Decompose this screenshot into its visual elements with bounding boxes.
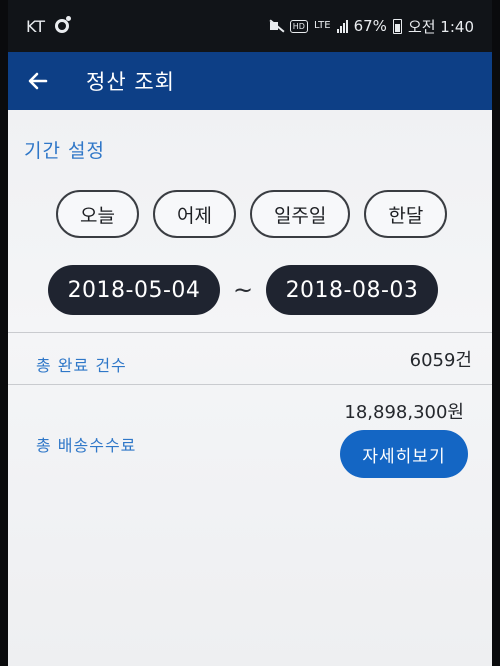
settlement-content: 기간 설정 오늘 어제 일주일 한달 2018-05-04 ~ 2018-08-… <box>8 110 492 666</box>
page-title: 정산 조회 <box>86 70 175 94</box>
clock: 오전 1:40 <box>407 17 474 36</box>
period-yesterday-button[interactable]: 어제 <box>152 190 236 238</box>
end-date-picker[interactable]: 2018-08-03 <box>266 265 438 315</box>
period-today-button[interactable]: 오늘 <box>56 190 139 238</box>
status-left: KT <box>26 16 72 36</box>
battery-icon <box>392 18 402 34</box>
completed-count-value: 6059건 <box>409 350 472 371</box>
period-week-button[interactable]: 일주일 <box>249 190 351 238</box>
date-range-separator: ~ <box>232 276 254 304</box>
app-bar: 정산 조회 <box>8 52 492 110</box>
delivery-fee-label: 총 배송수수료 <box>36 436 137 455</box>
signal-icon <box>336 19 348 33</box>
divider-top <box>8 332 492 333</box>
divider-middle <box>8 384 492 385</box>
date-range: 2018-05-04 ~ 2018-08-03 <box>48 265 438 315</box>
camera-notification-icon <box>55 16 72 33</box>
start-date-picker[interactable]: 2018-05-04 <box>48 265 220 315</box>
lte-icon: LTE <box>313 20 331 31</box>
carrier-label: KT <box>26 16 46 36</box>
status-right: HD LTE 67% 오전 1:40 <box>268 16 474 37</box>
battery-percent: 67% <box>353 17 387 35</box>
completed-count-label: 총 완료 건수 <box>36 356 127 375</box>
status-bar: KT HD LTE 67% 오전 1:40 <box>8 0 492 52</box>
period-month-button[interactable]: 한달 <box>364 190 448 238</box>
delivery-fee-value: 18,898,300원 <box>344 402 464 423</box>
period-quick-buttons: 오늘 어제 일주일 한달 <box>56 190 448 238</box>
mute-icon <box>268 19 284 33</box>
view-details-button[interactable]: 자세히보기 <box>340 430 468 478</box>
period-section-title: 기간 설정 <box>24 140 105 162</box>
hd-voice-icon: HD <box>289 19 308 33</box>
phone-screen: KT HD LTE 67% 오전 1:40 정산 조회 기간 설정 오늘 어제 … <box>0 0 500 666</box>
back-arrow-icon[interactable] <box>22 65 54 97</box>
